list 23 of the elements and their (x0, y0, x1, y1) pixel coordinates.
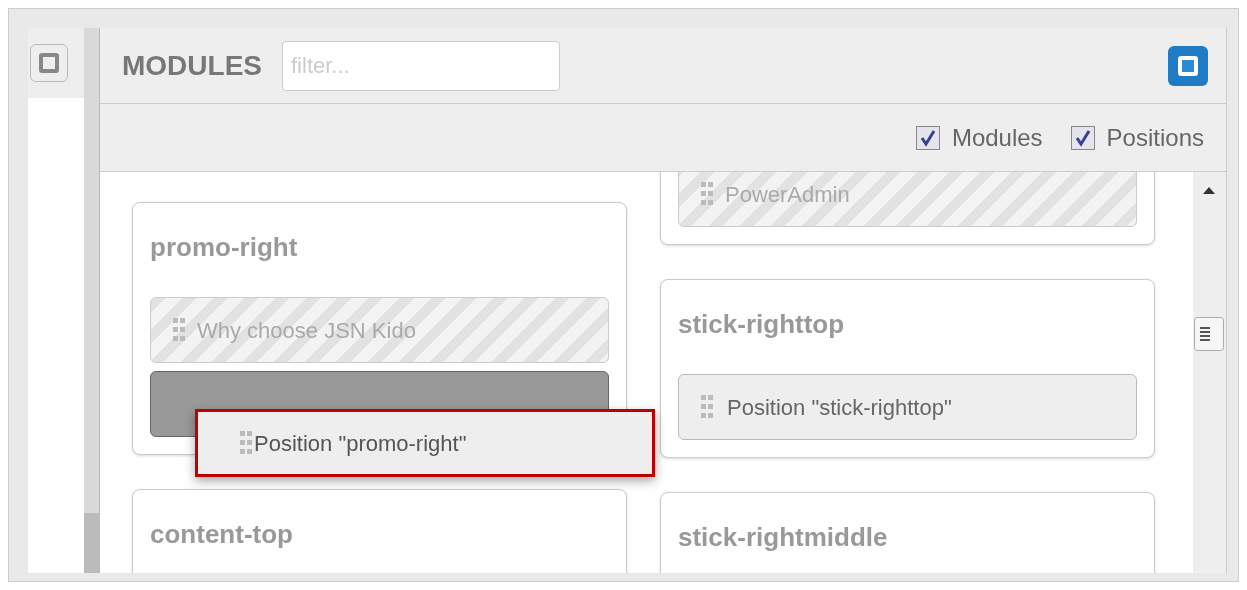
dragged-position-item[interactable]: Position "promo-right" (195, 409, 655, 477)
scroll-up-icon[interactable] (1203, 186, 1215, 194)
position-title: content-top (150, 518, 294, 550)
scroll-thumb-icon[interactable] (1194, 317, 1224, 351)
position-item[interactable]: Position "stick-righttop" (678, 374, 1137, 440)
checkmark-icon (919, 128, 936, 147)
position-title: promo-right (150, 231, 299, 263)
grip-icon (701, 182, 713, 206)
scrollbar[interactable] (84, 28, 100, 573)
checkbox-label[interactable]: Modules (951, 119, 1043, 156)
grip-icon (240, 431, 252, 455)
expand-button[interactable] (30, 44, 68, 82)
position-title: stick-righttop (678, 308, 846, 340)
maximize-button[interactable] (1168, 45, 1208, 86)
checkbox[interactable] (915, 125, 940, 150)
panel-title: MODULES (122, 48, 262, 83)
checkbox-label[interactable]: Positions (1106, 119, 1204, 156)
grip-icon (173, 318, 185, 342)
position-title: stick-rightmiddle (678, 521, 889, 553)
scrollbar[interactable] (1193, 172, 1226, 573)
grip-icon (701, 395, 713, 419)
checkbox[interactable] (1070, 125, 1095, 150)
checkmark-icon (1074, 128, 1091, 147)
